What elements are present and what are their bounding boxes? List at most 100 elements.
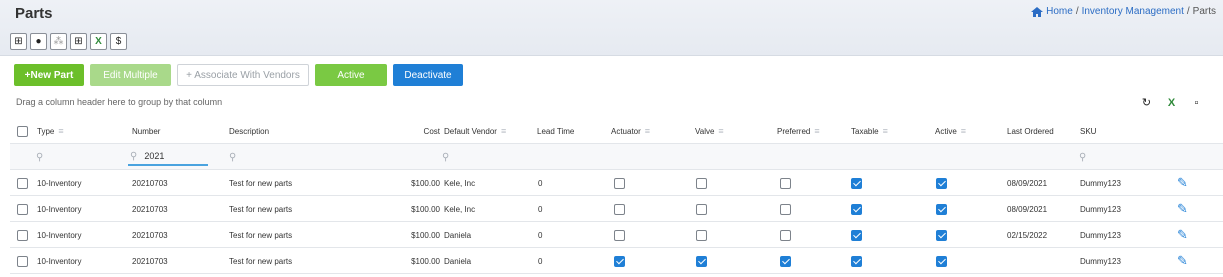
row-select-checkbox[interactable] (17, 248, 28, 274)
column-header-lead-time[interactable]: Lead Time (537, 118, 574, 144)
taxable-checkbox[interactable] (851, 229, 862, 241)
column-header-sku[interactable]: SKU (1080, 118, 1096, 144)
column-chooser-icon[interactable]: ▫ (1190, 96, 1203, 109)
associate-vendors-button[interactable]: + Associate With Vendors (177, 64, 309, 86)
preferred-checkbox[interactable] (780, 255, 791, 267)
excel-export-icon[interactable]: X (90, 33, 107, 50)
vendor-filter[interactable]: ⚲ (442, 144, 449, 170)
taxable-checkbox[interactable] (851, 255, 862, 267)
breadcrumb-separator: / (1186, 6, 1190, 17)
help-icon[interactable]: ● (30, 33, 47, 50)
cell-active[interactable] (936, 248, 947, 274)
active-checkbox[interactable] (936, 255, 947, 267)
cell-actuator[interactable] (614, 170, 625, 196)
taxable-checkbox[interactable] (851, 203, 862, 215)
breadcrumb-inventory-management[interactable]: Inventory Management (1082, 6, 1184, 17)
deactivate-button[interactable]: Deactivate (393, 64, 463, 86)
cell-taxable[interactable] (851, 196, 862, 222)
dollar-icon[interactable]: $ (110, 33, 127, 50)
refresh-icon[interactable]: ↻ (1140, 96, 1153, 109)
actuator-checkbox[interactable] (614, 255, 625, 267)
description-filter[interactable]: ⚲ (229, 144, 236, 170)
filter-icon: ≡ (644, 126, 651, 136)
valve-checkbox[interactable] (696, 177, 707, 189)
cell-number: 20210703 (132, 204, 168, 214)
cell-number: 20210703 (132, 230, 168, 240)
column-header-default-vendor[interactable]: Default Vendor ≡ (444, 118, 506, 144)
valve-checkbox[interactable] (696, 255, 707, 267)
table-row[interactable]: 10-Inventory 20210703 Test for new parts $1… (10, 196, 1223, 222)
active-checkbox[interactable] (936, 203, 947, 215)
grid-icon[interactable]: ⊞ (10, 33, 27, 50)
select-all-checkbox[interactable] (17, 118, 28, 144)
column-header-taxable[interactable]: Taxable ≡ (851, 118, 888, 144)
cell-active[interactable] (936, 170, 947, 196)
toolbar-icons: ⊞ ● ⁂ ⊞ X $ (10, 33, 127, 50)
cell-cost: $100.00 (411, 204, 440, 214)
breadcrumb-home[interactable]: Home (1046, 6, 1073, 17)
column-header-valve[interactable]: Valve ≡ (695, 118, 724, 144)
cell-active[interactable] (936, 222, 947, 248)
edit-multiple-button[interactable]: Edit Multiple (90, 64, 171, 86)
cell-actuator[interactable] (614, 222, 625, 248)
column-header-actuator[interactable]: Actuator ≡ (611, 118, 650, 144)
cell-preferred[interactable] (780, 196, 791, 222)
preferred-checkbox[interactable] (780, 203, 791, 215)
cell-taxable[interactable] (851, 170, 862, 196)
cell-actuator[interactable] (614, 248, 625, 274)
cell-valve[interactable] (696, 248, 707, 274)
table-row[interactable]: 10-Inventory 20210703 Test for new parts $1… (10, 248, 1223, 274)
cell-lead: 0 (538, 178, 543, 188)
column-header-preferred[interactable]: Preferred ≡ (777, 118, 820, 144)
edit-icon[interactable]: ✎ (1177, 222, 1188, 248)
edit-icon[interactable]: ✎ (1177, 196, 1188, 222)
page-header: Parts Home / Inventory Management / Part… (0, 0, 1223, 56)
row-select-checkbox[interactable] (17, 170, 28, 196)
type-filter[interactable]: ⚲ (36, 144, 43, 170)
cell-active[interactable] (936, 196, 947, 222)
cell-preferred[interactable] (780, 170, 791, 196)
cell-preferred[interactable] (780, 222, 791, 248)
cell-taxable[interactable] (851, 248, 862, 274)
column-header-last-ordered[interactable]: Last Ordered (1007, 118, 1054, 144)
column-header-number[interactable]: Number (132, 118, 160, 144)
cell-lead: 0 (538, 204, 543, 214)
column-header-type[interactable]: Type ≡ (37, 118, 64, 144)
cell-taxable[interactable] (851, 222, 862, 248)
cell-lead: 0 (538, 256, 543, 266)
table-icon[interactable]: ⊞ (70, 33, 87, 50)
edit-icon[interactable]: ✎ (1177, 248, 1188, 274)
taxable-checkbox[interactable] (851, 177, 862, 189)
row-select-checkbox[interactable] (17, 222, 28, 248)
excel-icon[interactable]: X (1165, 96, 1178, 109)
cell-cost: $100.00 (411, 256, 440, 266)
edit-icon[interactable]: ✎ (1177, 170, 1188, 196)
cell-valve[interactable] (696, 170, 707, 196)
actuator-checkbox[interactable] (614, 177, 625, 189)
cell-preferred[interactable] (780, 248, 791, 274)
valve-checkbox[interactable] (696, 229, 707, 241)
new-part-button[interactable]: +New Part (14, 64, 84, 86)
number-filter[interactable]: ⚲ 2021 (128, 144, 208, 170)
preferred-checkbox[interactable] (780, 177, 791, 189)
columns-icon[interactable]: ⁂ (50, 33, 67, 50)
table-row[interactable]: 10-Inventory 20210703 Test for new parts $1… (10, 170, 1223, 196)
column-header-cost[interactable]: Cost (390, 118, 440, 144)
cell-vendor: Daniela (444, 230, 472, 240)
active-checkbox[interactable] (936, 177, 947, 189)
row-select-checkbox[interactable] (17, 196, 28, 222)
table-row[interactable]: 10-Inventory 20210703 Test for new parts $1… (10, 222, 1223, 248)
column-header-description[interactable]: Description (229, 118, 269, 144)
active-button[interactable]: Active (315, 64, 387, 86)
cell-valve[interactable] (696, 222, 707, 248)
sku-filter[interactable]: ⚲ (1079, 144, 1086, 170)
actuator-checkbox[interactable] (614, 203, 625, 215)
column-header-active[interactable]: Active ≡ (935, 118, 966, 144)
cell-type: 10-Inventory (37, 256, 82, 266)
preferred-checkbox[interactable] (780, 229, 791, 241)
actuator-checkbox[interactable] (614, 229, 625, 241)
valve-checkbox[interactable] (696, 203, 707, 215)
cell-actuator[interactable] (614, 196, 625, 222)
active-checkbox[interactable] (936, 229, 947, 241)
cell-valve[interactable] (696, 196, 707, 222)
